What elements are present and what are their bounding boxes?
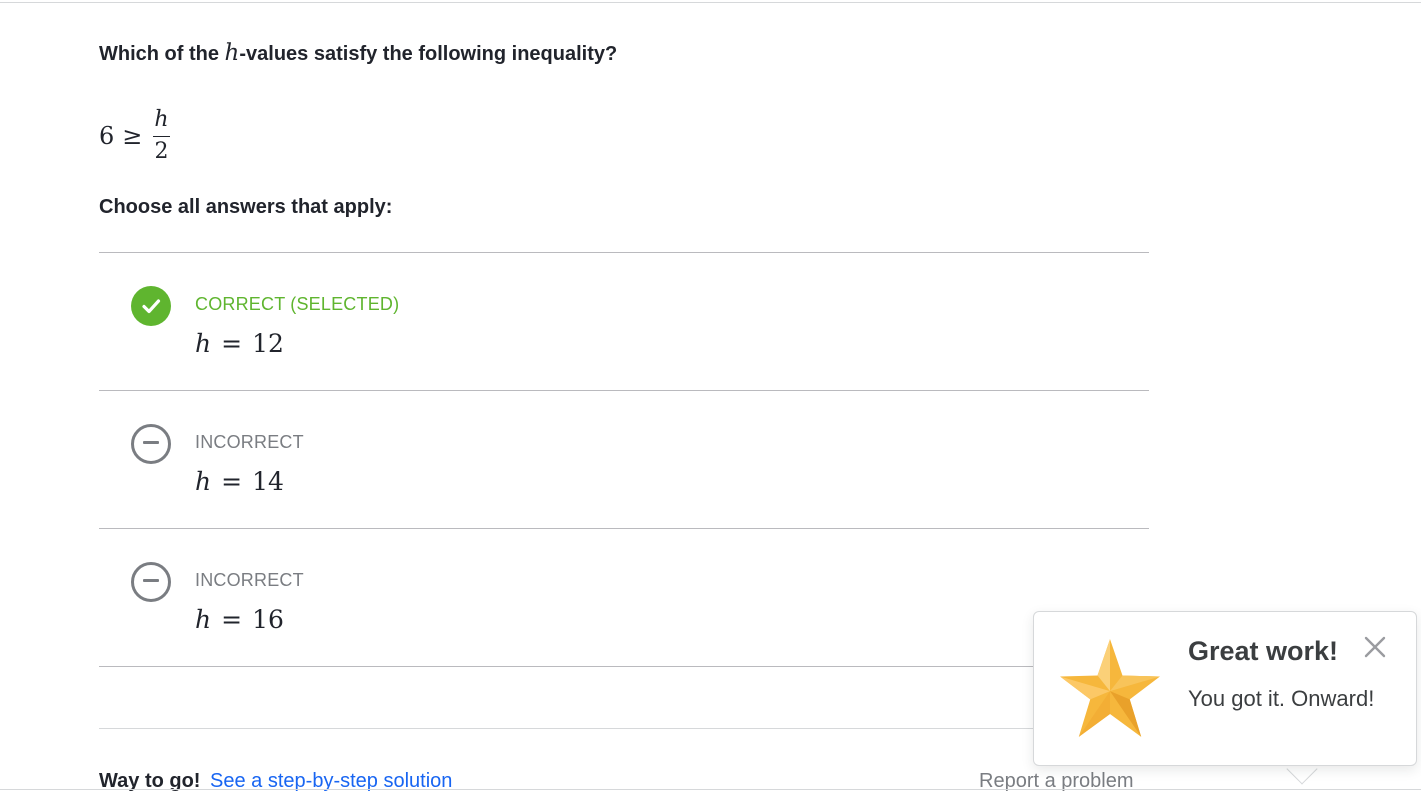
star-icon (1060, 639, 1160, 737)
question-text: Which of the h-values satisfy the follow… (99, 40, 617, 66)
answer-choice-1[interactable]: CORRECT (SELECTED) h = 12 (99, 253, 1149, 390)
footer-divider (99, 728, 1149, 729)
minus-circle-icon (131, 424, 171, 464)
check-icon (131, 286, 171, 326)
fraction-numerator: h (154, 107, 169, 132)
answer-choice-3[interactable]: INCORRECT h = 16 (99, 529, 1149, 666)
top-divider (0, 2, 1421, 3)
choice-status-label: CORRECT (SELECTED) (195, 294, 400, 314)
choice-value: 16 (252, 605, 284, 634)
choice-variable: h (195, 329, 212, 358)
question-prefix: Which of the (99, 43, 225, 65)
choice-expression: h = 16 (195, 605, 284, 634)
choice-value: 14 (252, 467, 284, 496)
choice-expression: h = 14 (195, 467, 284, 496)
choice-divider (99, 666, 1149, 667)
bottom-divider (0, 789, 1421, 790)
fraction-bar (152, 136, 170, 137)
choice-equals: = (221, 605, 243, 634)
choice-variable: h (195, 467, 212, 496)
choice-variable: h (195, 605, 212, 634)
toast-title: Great work! (1188, 636, 1339, 666)
minus-circle-icon (131, 562, 171, 602)
great-work-toast: Great work! You got it. Onward! (1033, 611, 1417, 766)
inequality-fraction: h 2 (152, 108, 170, 164)
inequality-left: 6 (99, 122, 115, 150)
answer-choice-2[interactable]: INCORRECT h = 14 (99, 391, 1149, 528)
choice-status-label: INCORRECT (195, 432, 304, 452)
choice-equals: = (221, 329, 243, 358)
question-suffix: -values satisfy the following inequality… (239, 43, 618, 65)
exercise-page: Which of the h-values satisfy the follow… (0, 0, 1421, 801)
question-variable: h (224, 40, 240, 66)
inequality-operator: ≥ (122, 122, 143, 150)
choice-status-label: INCORRECT (195, 570, 304, 590)
inequality-expression: 6 ≥ h 2 (99, 104, 171, 168)
choice-expression: h = 12 (195, 329, 284, 358)
choice-value: 12 (252, 329, 284, 358)
toast-message: You got it. Onward! (1188, 686, 1375, 711)
instructions-text: Choose all answers that apply: (99, 196, 393, 218)
choice-equals: = (221, 467, 243, 496)
close-icon[interactable] (1360, 632, 1390, 662)
fraction-denominator: 2 (154, 139, 169, 164)
